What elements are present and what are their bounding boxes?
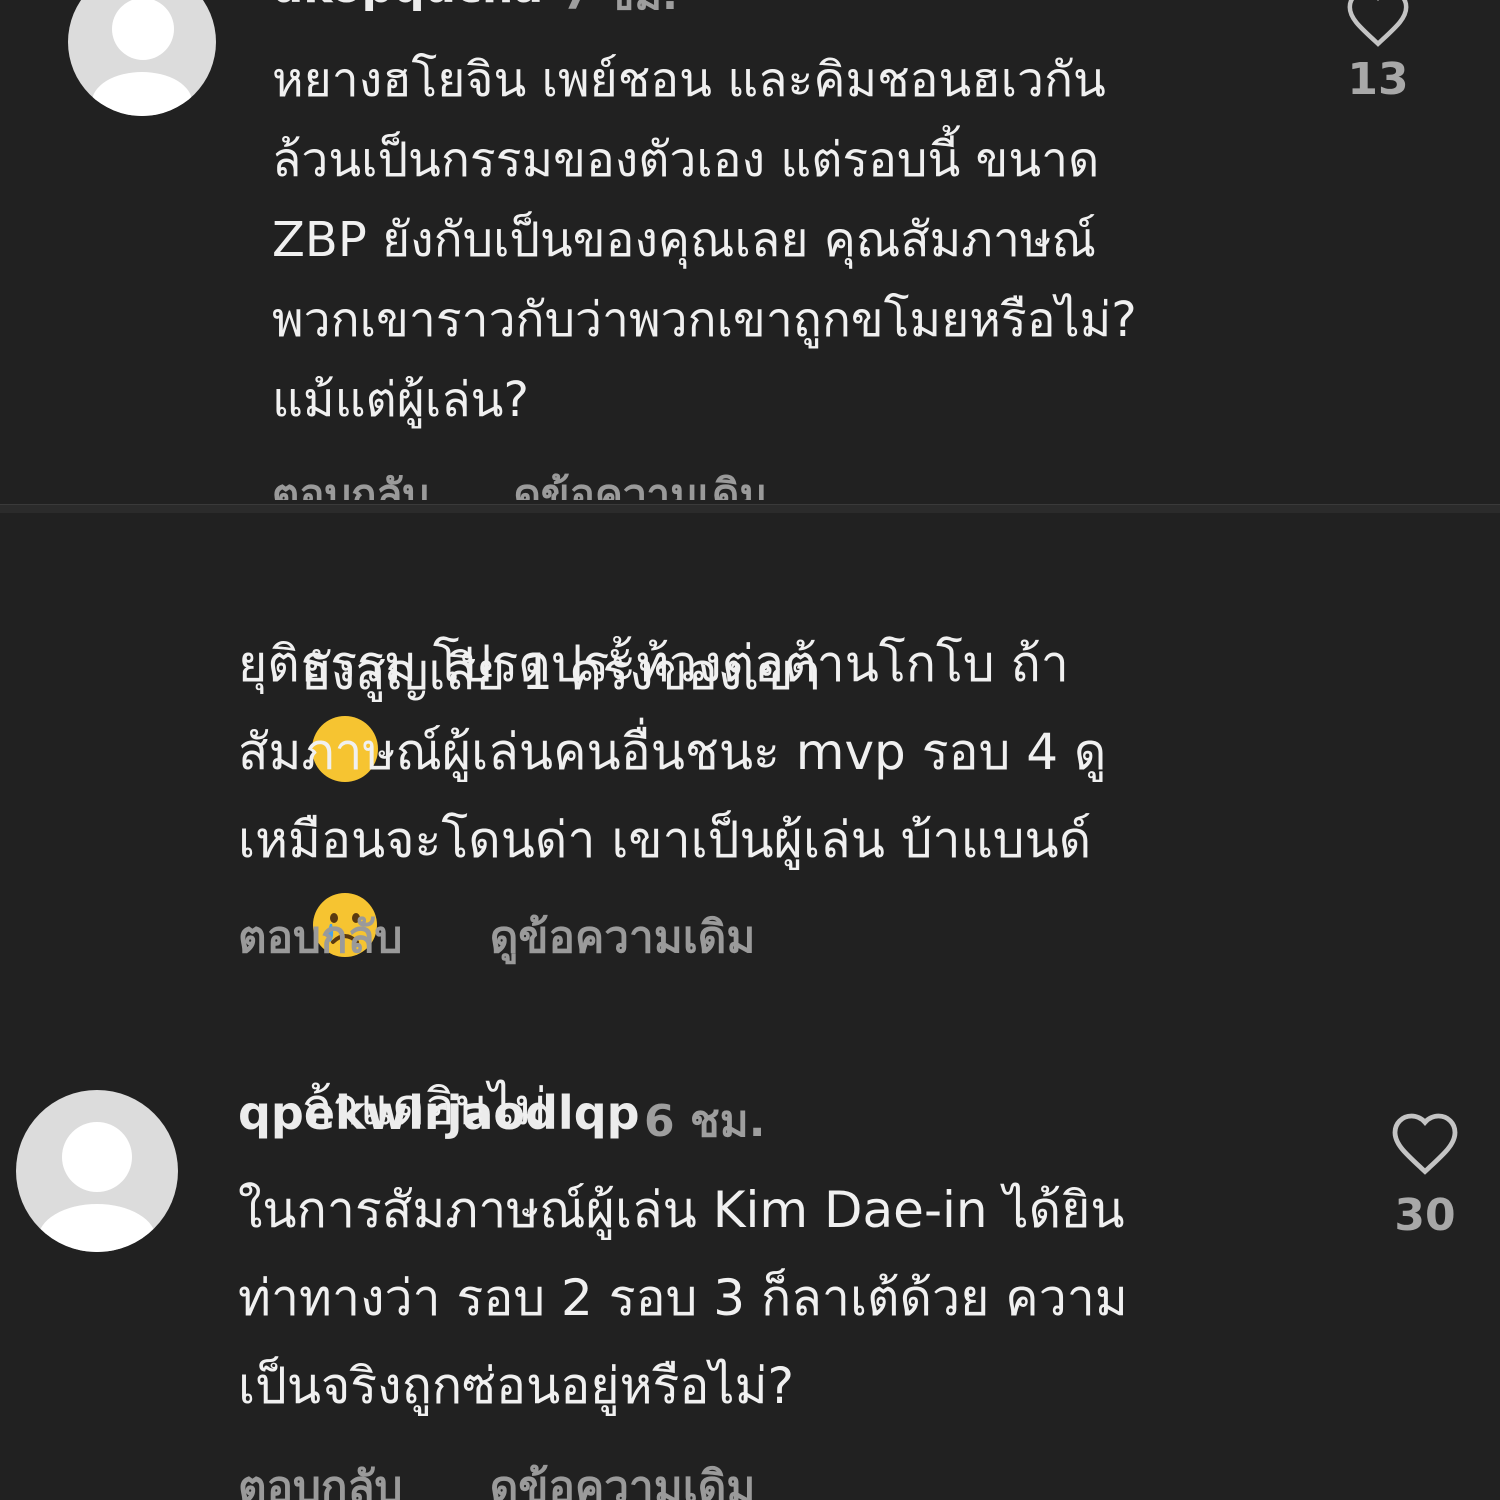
comment-actions: ตอบกลับ ดูข้อความเดิม bbox=[272, 462, 767, 500]
reply-button[interactable]: ตอบกลับ bbox=[238, 1452, 402, 1500]
comment-panel-bottom: ยังสูญเสีย 1 ครั้งของเขา ถ้าแดอินไม่ ยุต… bbox=[0, 512, 1500, 1500]
comment-text: ในการสัมภาษณ์ผู้เล่น Kim Dae-in ได้ยิน ท… bbox=[238, 1181, 1128, 1415]
view-original-button[interactable]: ดูข้อความเดิม bbox=[490, 902, 756, 972]
like-button[interactable]: 13 bbox=[1330, 0, 1426, 105]
view-original-button[interactable]: ดูข้อความเดิม bbox=[514, 462, 767, 500]
comment-panel-top: ukopqucha 7 ชม. หยางฮโยจิน เพย์ชอน และคิ… bbox=[0, 0, 1500, 500]
comment-username[interactable]: qpekwlrjaodlqp bbox=[238, 1086, 640, 1140]
comment-text: ยุติธรรม โปรดประท้วงต่อต้านโกโบ ถ้า สัมภ… bbox=[238, 635, 1107, 869]
heart-icon bbox=[1347, 0, 1409, 47]
like-count: 13 bbox=[1347, 54, 1409, 105]
reply-button[interactable]: ตอบกลับ bbox=[272, 462, 429, 500]
like-button[interactable]: 30 bbox=[1378, 1110, 1472, 1241]
comment-actions: ตอบกลับ ดูข้อความเดิม bbox=[238, 1452, 755, 1500]
comment-actions: ตอบกลับ ดูข้อความเดิม bbox=[238, 902, 755, 972]
heart-icon bbox=[1392, 1113, 1458, 1175]
like-count: 30 bbox=[1394, 1190, 1456, 1241]
reply-button[interactable]: ตอบกลับ bbox=[238, 902, 402, 972]
comment-text: หยางฮโยจิน เพย์ชอน และคิมชอนฮเวกัน ล้วนเ… bbox=[272, 52, 1137, 428]
avatar[interactable] bbox=[16, 1090, 178, 1252]
view-original-button[interactable]: ดูข้อความเดิม bbox=[490, 1452, 756, 1500]
comment-time: 6 ชม. bbox=[644, 1096, 766, 1147]
avatar[interactable] bbox=[68, 0, 216, 116]
comment-time: 7 ชม. bbox=[562, 0, 678, 28]
comment-username[interactable]: ukopqucha bbox=[272, 0, 543, 13]
